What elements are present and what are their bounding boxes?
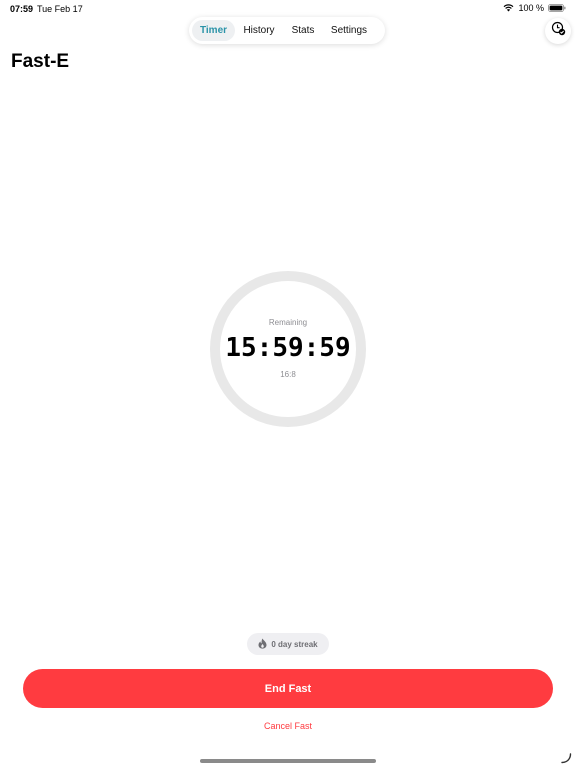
status-date: Tue Feb 17 <box>37 4 83 14</box>
home-indicator[interactable] <box>200 759 376 763</box>
resize-grip-icon[interactable] <box>560 752 572 764</box>
end-fast-button[interactable]: End Fast <box>23 669 553 708</box>
clock-check-button[interactable] <box>545 18 571 44</box>
app-screen: 07:59 Tue Feb 17 100 % Timer History Sta… <box>0 0 576 768</box>
wifi-icon <box>503 4 514 12</box>
status-time: 07:59 <box>10 4 34 14</box>
tab-timer[interactable]: Timer <box>192 20 235 41</box>
cancel-fast-button[interactable]: Cancel Fast <box>238 721 338 731</box>
tab-history[interactable]: History <box>235 20 283 41</box>
clock-check-icon <box>551 21 566 41</box>
tab-bar: Timer History Stats Settings <box>189 17 385 44</box>
streak-badge: 0 day streak <box>247 633 329 655</box>
battery-icon <box>548 4 566 12</box>
tab-settings[interactable]: Settings <box>323 20 375 41</box>
tab-stats[interactable]: Stats <box>283 20 323 41</box>
battery-percent: 100 % <box>518 3 544 13</box>
status-right: 100 % <box>503 3 566 13</box>
flame-icon <box>258 638 267 651</box>
remaining-time: 15:59:59 <box>225 333 351 363</box>
page-title: Fast-E <box>11 51 70 72</box>
streak-label: 0 day streak <box>271 639 318 649</box>
fasting-plan: 16:8 <box>280 370 296 379</box>
remaining-label: Remaining <box>268 318 308 327</box>
